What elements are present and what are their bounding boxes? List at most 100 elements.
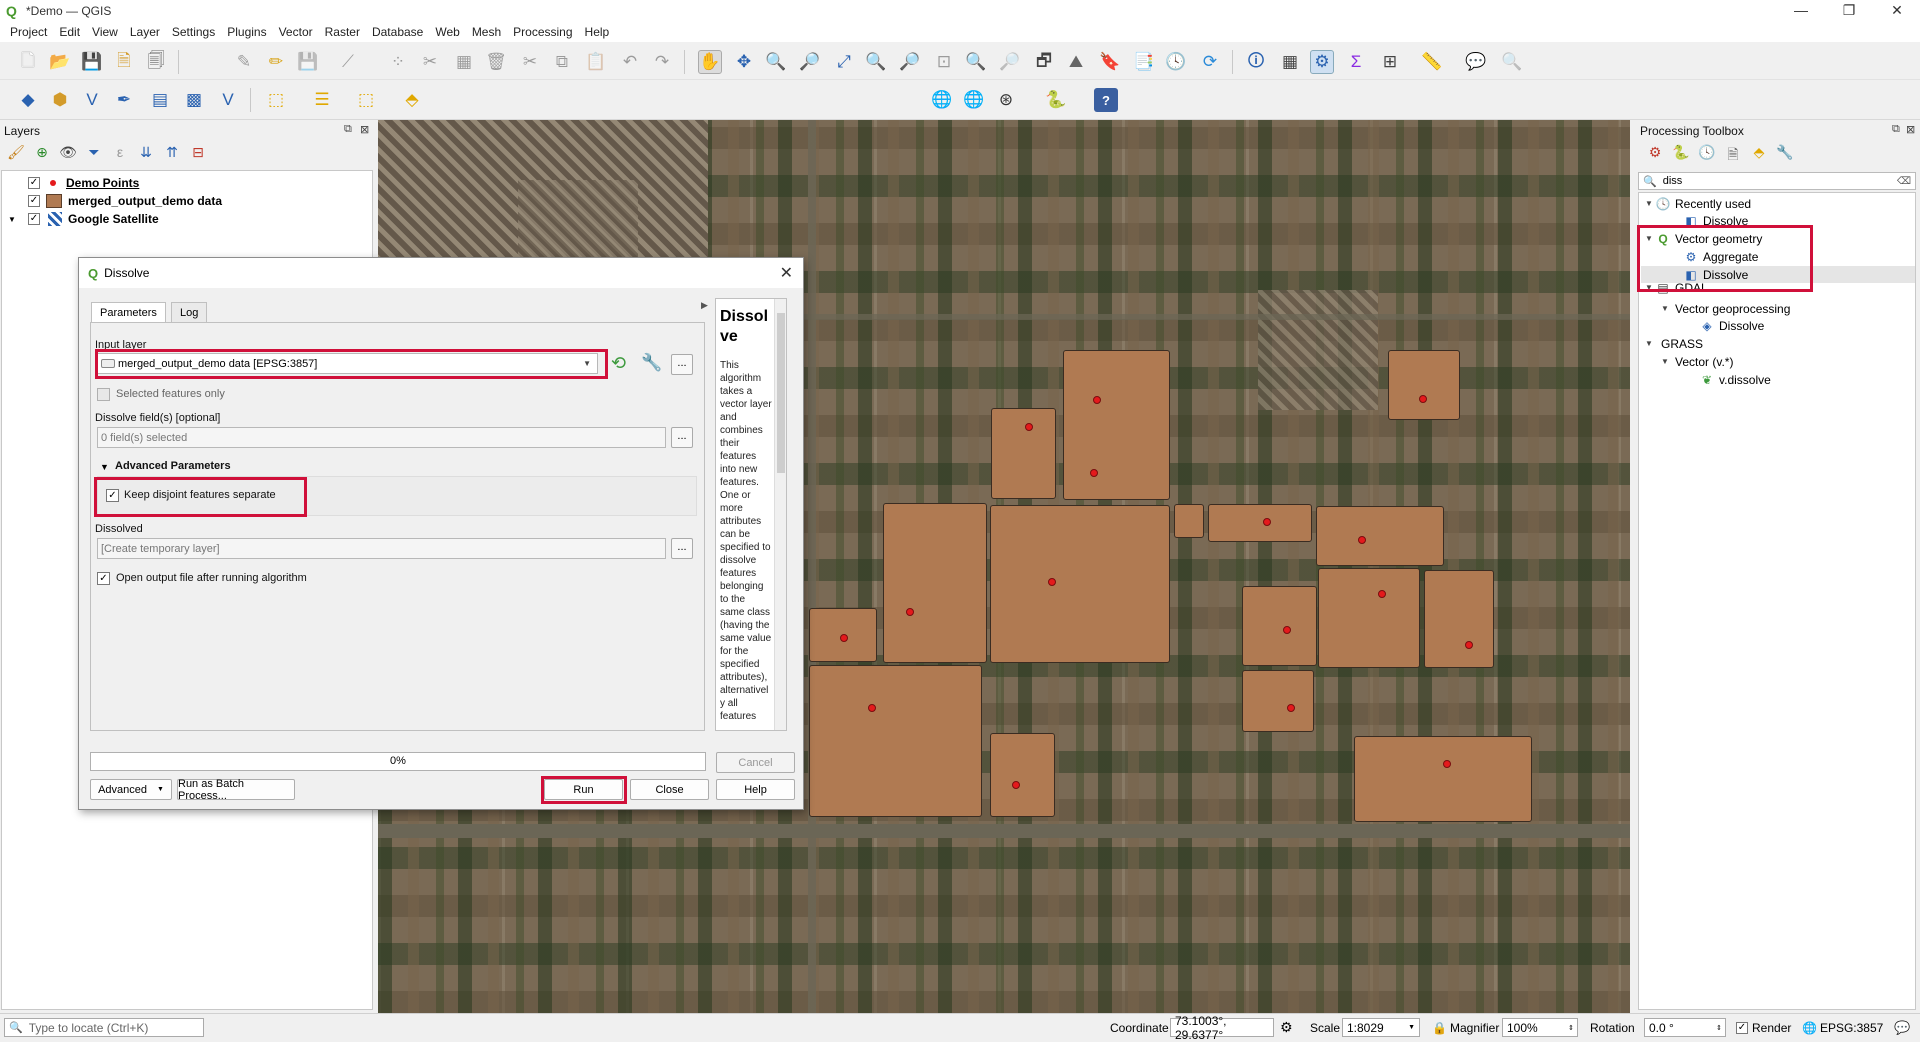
edit-table-icon[interactable]: ▦	[452, 50, 476, 74]
expand-arrow-icon[interactable]: ▼	[1645, 199, 1655, 208]
deselect-all-icon[interactable]: ⬚	[354, 88, 378, 112]
remove-layer-icon[interactable]: ⊟	[188, 144, 208, 164]
layer-visibility-checkbox[interactable]: ✓	[28, 195, 40, 207]
results-viewer-icon[interactable]: 🗎	[1724, 144, 1742, 168]
menu-database[interactable]: Database	[366, 25, 429, 39]
expand-all-icon[interactable]: ⇊	[136, 144, 156, 164]
tree-group-vector-v[interactable]: ▼ Vector (v.*)	[1661, 353, 1733, 370]
scripts-icon[interactable]: 🐍	[1672, 144, 1690, 168]
run-as-batch-button[interactable]: Run as Batch Process...	[177, 778, 295, 802]
menu-settings[interactable]: Settings	[166, 25, 221, 39]
edit-pencil-icon[interactable]: ✎	[232, 50, 256, 74]
toggle-editing-icon[interactable]: ✏	[264, 50, 288, 74]
undo-icon[interactable]: ↶	[618, 50, 642, 74]
delete-selected-icon[interactable]: 🗑	[484, 50, 508, 74]
advanced-button[interactable]: Advanced ▼	[90, 779, 172, 800]
iterate-features-icon[interactable]: ⟲	[611, 353, 626, 374]
temporal-controller-icon[interactable]: 🕓	[1164, 50, 1188, 74]
menu-layer[interactable]: Layer	[124, 25, 166, 39]
save-edits-icon[interactable]: 💾	[296, 50, 320, 74]
menu-vector[interactable]: Vector	[273, 25, 319, 39]
tree-group-grass[interactable]: ▼ GRASS	[1645, 335, 1703, 352]
tab-log[interactable]: Log	[171, 302, 208, 323]
dissolve-fields-button[interactable]: ...	[671, 427, 693, 448]
restore-button[interactable]: ❐	[1826, 0, 1872, 22]
coordinate-input[interactable]: 73.1003°, 29.6377°	[1170, 1014, 1274, 1042]
close-button[interactable]: Close	[630, 779, 709, 800]
select-features-icon[interactable]: ⬚	[264, 88, 288, 112]
zoom-next-icon[interactable]: 🔎	[998, 50, 1022, 74]
modify-attributes-icon[interactable]: ✂	[418, 50, 442, 74]
clear-search-icon[interactable]: ⌫	[1897, 176, 1911, 187]
input-layer-browse-button[interactable]: ...	[671, 354, 693, 375]
refresh-icon[interactable]: ⟳	[1198, 50, 1222, 74]
layer-row-merged-output[interactable]: ✓ merged_output_demo data	[28, 192, 222, 210]
selected-features-checkbox[interactable]	[97, 388, 110, 401]
new-print-layout-icon[interactable]: 🗎	[112, 50, 136, 74]
panel-float-icon[interactable]: ⧉	[1892, 123, 1900, 136]
menu-mesh[interactable]: Mesh	[466, 25, 507, 39]
help-scrollbar[interactable]	[774, 299, 786, 730]
toolbox-search-input[interactable]: 🔍 diss ⌫	[1638, 172, 1916, 190]
menu-view[interactable]: View	[86, 25, 124, 39]
tree-item-v-dissolve[interactable]: ❦ v.dissolve	[1699, 371, 1771, 388]
copy-icon[interactable]: ⧉	[550, 50, 574, 74]
tree-group-vector-geoprocessing[interactable]: ▼ Vector geoprocessing	[1661, 300, 1790, 317]
map-tips-icon[interactable]: 💬	[1464, 50, 1488, 74]
new-3d-map-icon[interactable]: ⛰	[1064, 50, 1088, 74]
advanced-collapse-icon[interactable]: ▼	[100, 462, 109, 472]
add-delimited-text-icon[interactable]: ✒	[112, 88, 136, 112]
zoom-to-layer-icon[interactable]: 🔎	[898, 50, 922, 74]
minimize-button[interactable]: —	[1778, 0, 1824, 22]
collapse-all-icon[interactable]: ⇈	[162, 144, 182, 164]
panel-close-icon[interactable]: ⊠	[1906, 123, 1915, 136]
pan-to-selection-icon[interactable]: ✥	[732, 50, 756, 74]
layer-visibility-checkbox[interactable]: ✓	[28, 177, 40, 189]
close-window-button[interactable]: ✕	[1874, 0, 1920, 22]
globe-search-icon[interactable]: 🌐	[962, 88, 986, 112]
help-button[interactable]: Help	[716, 779, 795, 800]
models-icon[interactable]: ⚙	[1646, 144, 1664, 168]
menu-web[interactable]: Web	[429, 25, 465, 39]
show-bookmarks-icon[interactable]: 📑	[1132, 50, 1156, 74]
render-toggle[interactable]: ✓ Render	[1736, 1018, 1791, 1037]
add-wfs-layer-icon[interactable]: V	[216, 88, 240, 112]
tree-item-gdal-dissolve[interactable]: ◈ Dissolve	[1699, 317, 1764, 334]
measure-line-icon[interactable]: 📏	[1420, 50, 1444, 74]
style-panel-icon[interactable]: 🖌	[6, 144, 26, 164]
open-project-icon[interactable]: 📂	[48, 50, 72, 74]
zoom-last-icon[interactable]: 🔍	[964, 50, 988, 74]
wrench-icon[interactable]: 🔧	[641, 353, 662, 373]
dialog-close-icon[interactable]: ✕	[780, 263, 793, 283]
vertex-tool-icon[interactable]: ⁘	[386, 50, 410, 74]
magnifier-spinbox[interactable]: 100% ⇕	[1502, 1018, 1578, 1037]
digitize-icon[interactable]: ⟋	[336, 50, 360, 74]
zoom-in-icon[interactable]: 🔍	[764, 50, 788, 74]
menu-plugins[interactable]: Plugins	[221, 25, 272, 39]
zoom-to-selection-icon[interactable]: 🔍	[864, 50, 888, 74]
add-raster-layer-icon[interactable]: ▩	[182, 88, 206, 112]
layer-row-demo-points[interactable]: ✓ Demo Points	[28, 174, 139, 192]
select-by-value-icon[interactable]: ☰	[310, 88, 334, 112]
filter-expression-icon[interactable]: ε	[110, 144, 130, 164]
locator-search-input[interactable]: 🔍 Type to locate (Ctrl+K)	[4, 1018, 204, 1037]
identify-features-icon[interactable]: 🛈	[1244, 50, 1268, 74]
zoom-full-icon[interactable]: ⤢	[832, 50, 856, 74]
rotation-spinbox[interactable]: 0.0 ° ⇕	[1644, 1018, 1726, 1037]
select-by-location-icon[interactable]: ⬘	[400, 88, 424, 112]
manage-visibility-icon[interactable]: 👁	[58, 144, 78, 164]
menu-project[interactable]: Project	[4, 25, 53, 39]
paste-icon[interactable]: 📋	[584, 50, 608, 74]
help-scroll-thumb[interactable]	[777, 313, 785, 473]
zoom-out-icon[interactable]: 🔎	[798, 50, 822, 74]
render-checkbox[interactable]: ✓	[1736, 1021, 1748, 1034]
add-group-icon[interactable]: ⊕	[32, 144, 52, 164]
filter-legend-icon[interactable]: ⏷	[84, 144, 104, 164]
menu-edit[interactable]: Edit	[53, 25, 86, 39]
dissolved-output-button[interactable]: ...	[671, 538, 693, 559]
history-icon[interactable]: 🕓	[1698, 144, 1716, 168]
layer-visibility-checkbox[interactable]: ✓	[28, 213, 40, 225]
statistics-sigma-icon[interactable]: Σ	[1344, 50, 1368, 74]
redo-icon[interactable]: ↷	[650, 50, 674, 74]
new-project-icon[interactable]: 🗋	[16, 50, 40, 74]
